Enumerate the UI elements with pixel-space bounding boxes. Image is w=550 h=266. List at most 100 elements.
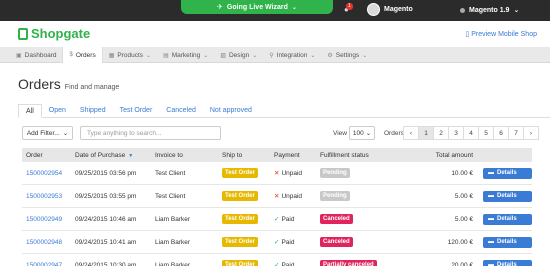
store-label: Magento 1.9	[469, 6, 510, 14]
order-number-cell: 1500002947	[22, 262, 71, 266]
order-number-cell: 1500002954	[22, 170, 71, 177]
tab-open[interactable]: Open	[42, 104, 73, 118]
tab-shipped[interactable]: Shipped	[73, 104, 113, 118]
col-status[interactable]: Fulfillment status	[316, 152, 423, 159]
order-date-cell: 09/25/2015 03:56 pm	[75, 169, 137, 177]
payment-label: Paid	[281, 215, 295, 223]
chevron-down-icon: ⌄	[203, 52, 209, 59]
details-label: Details	[497, 193, 517, 199]
check-icon: ✓	[274, 262, 280, 266]
nav-settings[interactable]: ⚙ Settings ⌄	[321, 47, 373, 63]
nav-dashboard[interactable]: ▣ Dashboard	[10, 47, 62, 63]
col-ship[interactable]: Ship to	[218, 152, 270, 159]
actions-cell: ▬ Details	[479, 190, 532, 202]
invoice-to-cell: Test Client	[155, 169, 186, 177]
nav-label: Orders	[75, 51, 96, 59]
shopping-bag-icon	[18, 27, 28, 40]
payment-cell: ✓ Paid	[270, 261, 316, 266]
details-button[interactable]: ▬ Details	[483, 213, 532, 225]
page-5[interactable]: 5	[478, 126, 494, 140]
order-date-cell: 09/24/2015 10:41 am	[75, 238, 137, 246]
status-badge: Partially canceled	[320, 260, 377, 266]
page-6[interactable]: 6	[493, 126, 509, 140]
page-1[interactable]: 1	[418, 126, 434, 140]
ship-to-cell: Test Order	[218, 191, 270, 201]
store-selector[interactable]: Magento 1.9 ⌄	[460, 6, 519, 14]
logo[interactable]: Shopgate	[18, 26, 90, 41]
order-number-link[interactable]: 1500002954	[26, 170, 62, 177]
notifications-button[interactable]: ● 1	[344, 3, 353, 14]
going-live-wizard-button[interactable]: ✈ Going Live Wizard ⌄	[181, 0, 333, 14]
cross-icon: ✕	[274, 193, 280, 200]
order-number-link[interactable]: 1500002948	[26, 239, 62, 246]
nav-products[interactable]: ▦ Products ⌄	[103, 47, 157, 63]
col-date[interactable]: Date of Purchase ▼	[71, 152, 151, 159]
test-order-badge: Test Order	[222, 214, 258, 224]
col-date-label: Date of Purchase	[75, 151, 126, 159]
details-button[interactable]: ▬ Details	[483, 259, 532, 266]
add-filter-label: Add Filter...	[26, 129, 60, 137]
col-invoice[interactable]: Invoice to	[151, 152, 218, 159]
tab-test-order[interactable]: Test Order	[113, 104, 160, 118]
col-payment[interactable]: Payment	[270, 152, 316, 159]
preview-mobile-shop-link[interactable]: ▯ Preview Mobile Shop	[465, 30, 537, 38]
table-row[interactable]: 1500002947 09/24/2015 10:30 am Liam Barker…	[22, 254, 532, 266]
tab-not-approved[interactable]: Not approved	[203, 104, 259, 118]
details-button[interactable]: ▬ Details	[483, 167, 532, 179]
payment-status: ✓ Paid	[274, 261, 294, 266]
total-amount-cell: 5.00 €	[454, 215, 473, 223]
details-button[interactable]: ▬ Details	[483, 236, 532, 248]
page-7[interactable]: 7	[508, 126, 524, 140]
page-4[interactable]: 4	[463, 126, 479, 140]
table-row[interactable]: 1500002954 09/25/2015 03:56 pm Test Client…	[22, 162, 532, 185]
table-row[interactable]: 1500002953 09/25/2015 03:55 pm Test Client…	[22, 185, 532, 208]
table-row[interactable]: 1500002949 09/24/2015 10:46 am Liam Barker…	[22, 208, 532, 231]
tab-canceled[interactable]: Canceled	[159, 104, 203, 118]
total-amount-cell: 20.00 €	[451, 261, 473, 266]
page-3[interactable]: 3	[448, 126, 464, 140]
payment-cell: ✓ Paid	[270, 215, 316, 224]
page-2[interactable]: 2	[433, 126, 449, 140]
table-row[interactable]: 1500002948 09/24/2015 10:41 am Liam Barker…	[22, 231, 532, 254]
check-icon: ✓	[274, 239, 280, 246]
notification-count: 1	[346, 3, 353, 10]
orders-table: Order Date of Purchase ▼ Invoice to Ship …	[22, 148, 532, 266]
details-label: Details	[497, 170, 517, 176]
add-filter-button[interactable]: Add Filter... ⌄	[22, 126, 73, 140]
nav-label: Integration	[276, 51, 308, 59]
nav-label: Marketing	[171, 51, 201, 59]
settings-icon: ⚙	[327, 52, 333, 59]
order-number-cell: 1500002953	[22, 193, 71, 200]
order-date-cell: 09/25/2015 03:55 pm	[75, 192, 137, 200]
table-body: 1500002954 09/25/2015 03:56 pm Test Client…	[22, 162, 532, 266]
nav-marketing[interactable]: ▤ Marketing ⌄	[157, 47, 214, 63]
chevron-down-icon: ⌄	[513, 7, 520, 14]
tab-all[interactable]: All	[18, 104, 42, 118]
order-number-link[interactable]: 1500002947	[26, 262, 62, 266]
chevron-down-icon: ⌄	[365, 130, 372, 137]
folder-icon: ▬	[488, 216, 494, 222]
order-tabs: All Open Shipped Test Order Canceled Not…	[18, 104, 550, 118]
view-count-value: 100	[352, 129, 364, 137]
order-number-link[interactable]: 1500002953	[26, 193, 62, 200]
chevron-down-icon: ⌄	[252, 52, 258, 59]
view-count-select[interactable]: 100 ⌄	[349, 126, 375, 140]
col-order[interactable]: Order	[22, 152, 71, 159]
page-prev[interactable]: ‹	[403, 126, 419, 140]
page-next[interactable]: ›	[523, 126, 539, 140]
invoice-to-cell: Liam Barker	[155, 261, 191, 266]
col-total[interactable]: Total amount	[423, 152, 479, 159]
invoice-to-cell: Liam Barker	[155, 238, 191, 246]
nav-design[interactable]: ▨ Design ⌄	[214, 47, 263, 63]
nav-integration[interactable]: ⚲ Integration ⌄	[263, 47, 321, 63]
test-order-badge: Test Order	[222, 191, 258, 201]
search-input[interactable]	[80, 126, 221, 140]
order-number-link[interactable]: 1500002949	[26, 216, 62, 223]
actions-cell: ▬ Details	[479, 236, 532, 248]
nav-orders[interactable]: $ Orders	[62, 47, 103, 63]
status-badge: Canceled	[320, 214, 353, 224]
user-menu[interactable]: Magento	[367, 3, 413, 16]
payment-label: Paid	[281, 238, 295, 246]
details-button[interactable]: ▬ Details	[483, 190, 532, 202]
chevron-down-icon: ⌄	[62, 130, 69, 137]
